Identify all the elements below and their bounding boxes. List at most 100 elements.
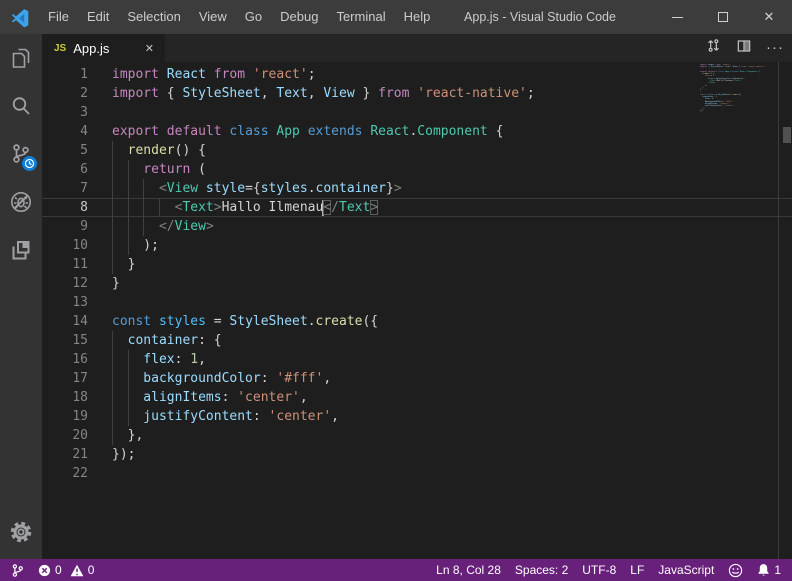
- menu-file[interactable]: File: [39, 0, 78, 34]
- indent-guide: [128, 350, 129, 369]
- code-line[interactable]: 12}: [42, 274, 792, 293]
- code-line[interactable]: 10 );: [42, 236, 792, 255]
- activity-bar: [0, 34, 42, 559]
- line-number: 8: [42, 198, 88, 217]
- code-line[interactable]: 18 alignItems: 'center',: [42, 388, 792, 407]
- eol-setting[interactable]: LF: [623, 559, 651, 581]
- tab-bar: JS App.js ✕: [42, 34, 792, 62]
- line-number: 16: [42, 350, 88, 369]
- minimize-icon: [672, 17, 683, 18]
- indent-guide: [143, 217, 144, 236]
- minimap[interactable]: import React from 'react';import { Style…: [700, 64, 768, 115]
- scrollbar-thumb[interactable]: [783, 127, 791, 143]
- error-count: 0: [55, 563, 62, 577]
- javascript-file-icon: JS: [54, 43, 66, 54]
- line-number: 20: [42, 426, 88, 445]
- code-line[interactable]: 2import { StyleSheet, Text, View } from …: [42, 84, 792, 103]
- code-line[interactable]: 5 render() {: [42, 141, 792, 160]
- code-line[interactable]: 3: [42, 103, 792, 122]
- cursor-position[interactable]: Ln 8, Col 28: [429, 559, 508, 581]
- vscode-window: File Edit Selection View Go Debug Termin…: [0, 0, 792, 581]
- indent-guide: [112, 141, 113, 160]
- indent-guide: [112, 388, 113, 407]
- status-bar: 0 0 Ln 8, Col 28 Spaces: 2 UTF-8 LF Java…: [0, 559, 792, 581]
- indent-guide: [112, 236, 113, 255]
- error-icon: [38, 564, 51, 577]
- indent-guide: [128, 217, 129, 236]
- menu-help[interactable]: Help: [395, 0, 440, 34]
- menu-go[interactable]: Go: [236, 0, 271, 34]
- code-area[interactable]: 1import React from 'react';2import { Sty…: [42, 62, 792, 559]
- notifications-button[interactable]: 1: [750, 559, 788, 581]
- language-mode[interactable]: JavaScript: [651, 559, 721, 581]
- menu-selection[interactable]: Selection: [118, 0, 189, 34]
- minimize-button[interactable]: [654, 0, 700, 34]
- feedback-smiley-button[interactable]: [721, 559, 750, 581]
- open-changes-icon[interactable]: [705, 37, 722, 59]
- code-line[interactable]: 6 return (: [42, 160, 792, 179]
- search-icon[interactable]: [0, 82, 42, 130]
- code-line[interactable]: 17 backgroundColor: '#fff',: [42, 369, 792, 388]
- menu-view[interactable]: View: [190, 0, 236, 34]
- settings-gear-icon[interactable]: [0, 513, 42, 551]
- code-line[interactable]: 4export default class App extends React.…: [42, 122, 792, 141]
- sync-clock-badge: [22, 156, 37, 171]
- tab-appjs[interactable]: JS App.js ✕: [42, 34, 165, 62]
- indent-guide: [112, 179, 113, 198]
- indent-guide: [143, 198, 144, 217]
- code-line[interactable]: 16 flex: 1,: [42, 350, 792, 369]
- tab-close-icon[interactable]: ✕: [142, 40, 157, 57]
- code-line[interactable]: 9 </View>: [42, 217, 792, 236]
- debug-icon[interactable]: [0, 178, 42, 226]
- code-line[interactable]: 13: [42, 293, 792, 312]
- menu-terminal[interactable]: Terminal: [327, 0, 394, 34]
- git-branch-button[interactable]: [4, 559, 31, 581]
- code-line[interactable]: 22: [42, 464, 792, 483]
- line-number: 18: [42, 388, 88, 407]
- code-line[interactable]: 1import React from 'react';: [42, 65, 792, 84]
- code-line[interactable]: 21});: [42, 445, 792, 464]
- problems-button[interactable]: 0 0: [31, 559, 101, 581]
- code-editor[interactable]: 1import React from 'react';2import { Sty…: [42, 62, 792, 559]
- indentation-setting[interactable]: Spaces: 2: [508, 559, 575, 581]
- indent-guide: [112, 160, 113, 179]
- window-title: App.js - Visual Studio Code: [464, 10, 616, 24]
- vscode-logo-icon: [10, 7, 30, 27]
- indent-guide: [112, 331, 113, 350]
- maximize-button[interactable]: [700, 0, 746, 34]
- warning-count: 0: [88, 563, 95, 577]
- minimap-line: [700, 112, 768, 114]
- split-editor-icon[interactable]: [736, 38, 752, 59]
- line-number: 1: [42, 65, 88, 84]
- indent-guide: [112, 350, 113, 369]
- code-line[interactable]: 15 container: {: [42, 331, 792, 350]
- source-control-icon[interactable]: [0, 130, 42, 178]
- more-actions-icon[interactable]: ···: [766, 43, 784, 53]
- code-line[interactable]: 20 },: [42, 426, 792, 445]
- indent-guide: [159, 198, 160, 217]
- line-number: 19: [42, 407, 88, 426]
- line-number: 17: [42, 369, 88, 388]
- maximize-icon: [718, 12, 728, 22]
- tab-label: App.js: [73, 41, 142, 56]
- close-button[interactable]: ✕: [746, 0, 792, 34]
- code-line[interactable]: 8 <Text>Hallo Ilmenau</Text>: [42, 198, 792, 217]
- warning-icon: [70, 564, 84, 577]
- code-line[interactable]: 19 justifyContent: 'center',: [42, 407, 792, 426]
- close-icon: ✕: [764, 9, 775, 25]
- menu-edit[interactable]: Edit: [78, 0, 118, 34]
- indent-guide: [128, 369, 129, 388]
- code-line[interactable]: 14const styles = StyleSheet.create({: [42, 312, 792, 331]
- indent-guide: [112, 217, 113, 236]
- line-number: 9: [42, 217, 88, 236]
- code-line[interactable]: 7 <View style={styles.container}>: [42, 179, 792, 198]
- code-line[interactable]: 11 }: [42, 255, 792, 274]
- menu-debug[interactable]: Debug: [271, 0, 327, 34]
- explorer-icon[interactable]: [0, 34, 42, 82]
- extensions-icon[interactable]: [0, 226, 42, 274]
- line-number: 12: [42, 274, 88, 293]
- line-number: 6: [42, 160, 88, 179]
- indent-guide: [112, 255, 113, 274]
- line-number: 22: [42, 464, 88, 483]
- encoding-setting[interactable]: UTF-8: [575, 559, 623, 581]
